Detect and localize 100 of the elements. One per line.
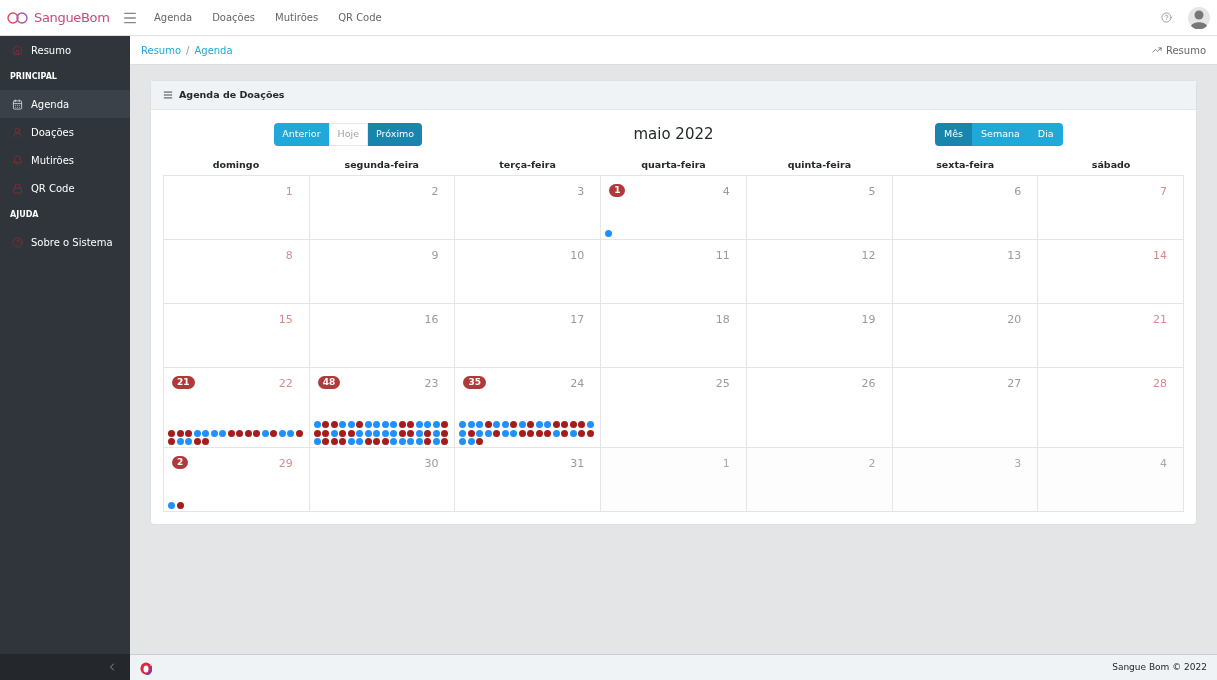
- sidebar-item[interactable]: Mutirões: [0, 146, 130, 174]
- day-cell[interactable]: 2: [746, 448, 893, 513]
- avatar-icon[interactable]: [1188, 6, 1210, 29]
- day-cell[interactable]: 21: [1038, 304, 1184, 369]
- day-number[interactable]: 26: [861, 376, 884, 393]
- day-number[interactable]: 1: [722, 456, 738, 473]
- day-number[interactable]: 1: [285, 184, 301, 201]
- nav-link[interactable]: Agenda: [154, 10, 193, 25]
- day-cell[interactable]: 48 23: [309, 368, 456, 449]
- view-tab[interactable]: Semana: [972, 122, 1029, 146]
- breadcrumb-link[interactable]: Resumo: [141, 42, 182, 58]
- day-number[interactable]: 4: [722, 184, 738, 201]
- day-cell[interactable]: 7: [1038, 176, 1184, 241]
- day-number[interactable]: 6: [1014, 184, 1030, 201]
- day-number[interactable]: 18: [715, 312, 738, 329]
- event-count: 1: [609, 184, 626, 198]
- sidebar-item[interactable]: Doações: [0, 118, 130, 146]
- breadcrumb-separator: /: [185, 43, 191, 58]
- day-number[interactable]: 25: [715, 376, 738, 393]
- day-number[interactable]: 28: [1153, 376, 1175, 393]
- day-number[interactable]: 13: [1007, 248, 1030, 265]
- breadcrumb-link[interactable]: Agenda: [194, 42, 233, 58]
- list-icon: [163, 90, 173, 100]
- day-number[interactable]: 2: [431, 184, 447, 201]
- weekday-header: sexta-feira: [935, 158, 996, 172]
- day-cell[interactable]: 17: [455, 304, 602, 369]
- nav-link[interactable]: QR Code: [338, 10, 382, 25]
- summary-link[interactable]: Resumo: [1165, 42, 1206, 58]
- day-number[interactable]: 7: [1160, 184, 1175, 201]
- day-cell[interactable]: 35 24: [455, 368, 602, 449]
- day-number[interactable]: 16: [424, 312, 447, 329]
- day-number[interactable]: 17: [570, 312, 593, 329]
- day-cell[interactable]: 26: [746, 368, 893, 449]
- day-cell[interactable]: 10: [455, 240, 602, 305]
- brand-name[interactable]: SangueBom: [34, 7, 110, 28]
- day-number[interactable]: 8: [285, 248, 301, 265]
- day-cell[interactable]: 31: [455, 448, 602, 513]
- day-cell[interactable]: 13: [892, 240, 1039, 305]
- day-number[interactable]: 19: [861, 312, 884, 329]
- nav-link[interactable]: Doações: [212, 10, 256, 25]
- view-tab[interactable]: Mês: [935, 122, 973, 146]
- event-count: 2: [172, 456, 189, 470]
- day-cell[interactable]: 21 22: [164, 368, 310, 449]
- day-cell[interactable]: 14: [1038, 240, 1184, 305]
- day-cell[interactable]: 2 29: [164, 448, 310, 513]
- day-number[interactable]: 3: [1014, 456, 1030, 473]
- sidebar-item[interactable]: Resumo: [0, 36, 130, 64]
- day-cell[interactable]: 1: [164, 176, 310, 241]
- day-number[interactable]: 15: [278, 312, 301, 329]
- day-cell[interactable]: 4: [1038, 448, 1184, 513]
- sidebar-toggle[interactable]: [0, 654, 130, 680]
- sidebar-item[interactable]: Sobre o Sistema: [0, 228, 130, 256]
- day-cell[interactable]: 19: [746, 304, 893, 369]
- day-number[interactable]: 5: [868, 184, 884, 201]
- day-cell[interactable]: 12: [746, 240, 893, 305]
- nav-button[interactable]: Anterior: [274, 122, 329, 146]
- day-number[interactable]: 20: [1007, 312, 1030, 329]
- day-cell[interactable]: 30: [309, 448, 456, 513]
- sidebar-item[interactable]: Agenda: [0, 90, 130, 118]
- day-number[interactable]: 10: [570, 248, 593, 265]
- day-cell[interactable]: 3: [455, 176, 602, 241]
- day-cell[interactable]: 1: [601, 448, 747, 513]
- day-cell[interactable]: 25: [601, 368, 747, 449]
- view-tab[interactable]: Dia: [1028, 122, 1063, 146]
- drop-logo-icon: [140, 660, 152, 675]
- nav-link[interactable]: Mutirões: [275, 10, 319, 25]
- day-number[interactable]: 12: [861, 248, 884, 265]
- day-cell[interactable]: 9: [309, 240, 456, 305]
- day-cell[interactable]: 18: [601, 304, 747, 369]
- sidebar-icon: [12, 154, 23, 166]
- day-cell[interactable]: 8: [164, 240, 310, 305]
- day-cell[interactable]: 5: [746, 176, 893, 241]
- day-number[interactable]: 27: [1007, 376, 1030, 393]
- day-number[interactable]: 31: [570, 456, 593, 473]
- day-number[interactable]: 23: [424, 376, 447, 393]
- day-cell[interactable]: 20: [892, 304, 1039, 369]
- weekday-header: domingo: [211, 158, 261, 172]
- day-cell[interactable]: 27: [892, 368, 1039, 449]
- day-number[interactable]: 21: [1153, 312, 1175, 329]
- day-number[interactable]: 30: [424, 456, 447, 473]
- day-cell[interactable]: 16: [309, 304, 456, 369]
- day-cell[interactable]: 6: [892, 176, 1039, 241]
- day-number[interactable]: 14: [1153, 248, 1175, 265]
- day-number[interactable]: 29: [278, 456, 301, 473]
- day-number[interactable]: 22: [278, 376, 301, 393]
- day-number[interactable]: 3: [577, 184, 593, 201]
- day-cell[interactable]: 11: [601, 240, 747, 305]
- day-cell[interactable]: 2: [309, 176, 456, 241]
- day-cell[interactable]: 1 4: [601, 176, 747, 241]
- day-cell[interactable]: 28: [1038, 368, 1184, 449]
- day-number[interactable]: 2: [868, 456, 884, 473]
- day-number[interactable]: 24: [570, 376, 593, 393]
- day-cell[interactable]: 15: [164, 304, 310, 369]
- day-number[interactable]: 9: [431, 248, 447, 265]
- help-icon[interactable]: [1161, 12, 1172, 23]
- day-cell[interactable]: 3: [892, 448, 1039, 513]
- sidebar-item[interactable]: QR Code: [0, 174, 130, 202]
- nav-button[interactable]: Próximo: [368, 122, 423, 146]
- day-number[interactable]: 4: [1160, 456, 1175, 473]
- day-number[interactable]: 11: [715, 248, 738, 265]
